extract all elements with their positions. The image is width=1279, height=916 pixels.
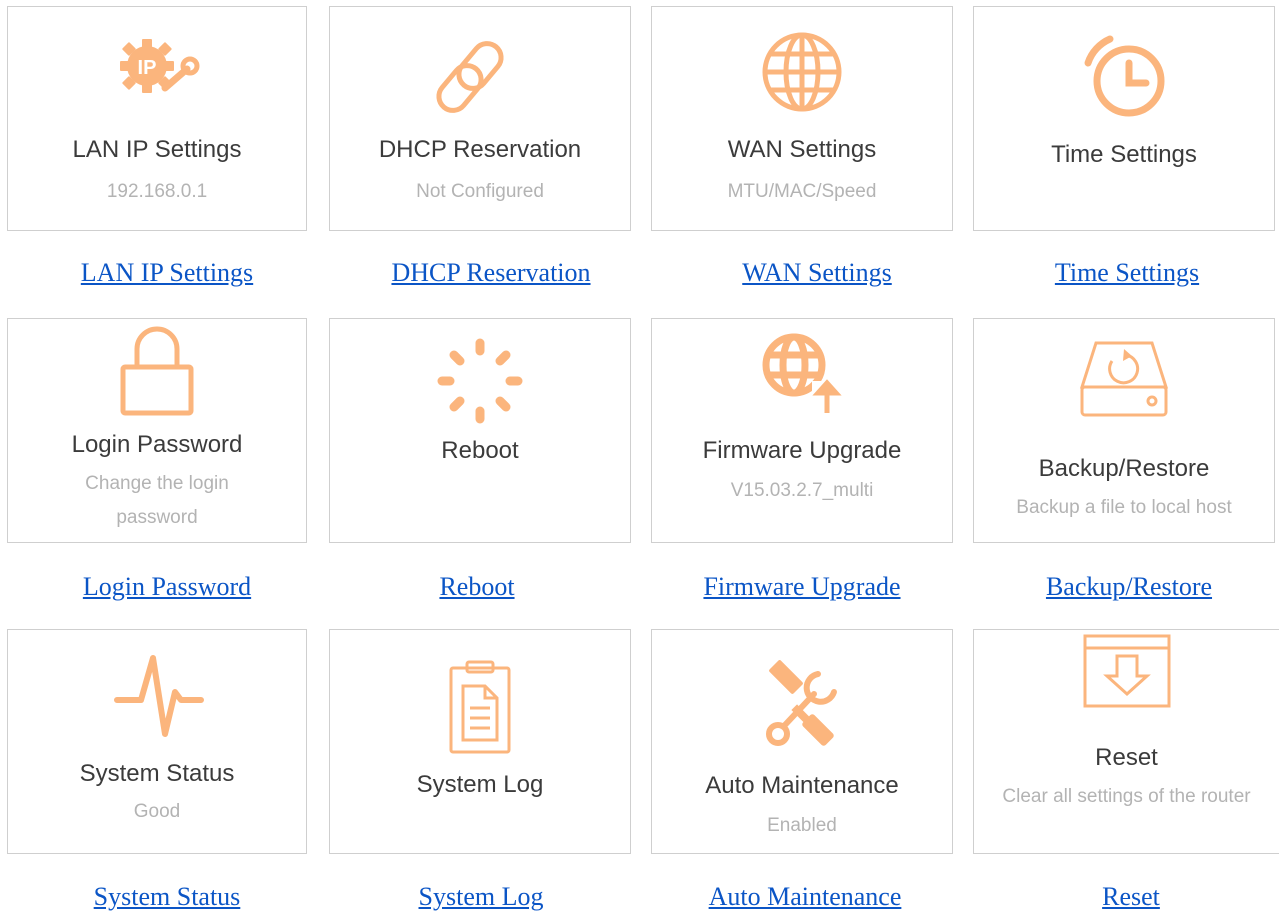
link-wan-settings[interactable]: WAN Settings — [656, 258, 978, 288]
ip-gear-wrench-icon: IP — [107, 33, 207, 103]
pulse-icon — [107, 648, 207, 738]
tile-subtitle: Backup a file to local host — [1016, 497, 1232, 518]
tile-reboot[interactable]: Reboot — [329, 318, 631, 543]
alarm-clock-icon — [1074, 29, 1174, 129]
tile-system-log[interactable]: System Log — [329, 629, 631, 854]
tile-title: DHCP Reservation — [378, 136, 582, 163]
link-system-status[interactable]: System Status — [7, 882, 327, 912]
drive-restore-icon — [1074, 339, 1174, 429]
link-backup-restore[interactable]: Backup/Restore — [979, 572, 1279, 602]
tile-subtitle: V15.03.2.7_multi — [730, 480, 874, 501]
tile-title: System Log — [416, 771, 544, 798]
tile-subtitle: Enabled — [767, 815, 837, 836]
globe-upload-icon — [752, 325, 852, 425]
tile-title: LAN IP Settings — [72, 136, 242, 163]
tile-subtitle: Not Configured — [416, 181, 544, 202]
link-system-log[interactable]: System Log — [320, 882, 642, 912]
clipboard-log-icon — [445, 658, 515, 756]
tile-title: Time Settings — [1051, 141, 1197, 168]
tile-title: Reset — [1095, 744, 1158, 771]
tile-wan-settings[interactable]: WAN Settings MTU/MAC/Speed — [651, 6, 953, 231]
link-login-password[interactable]: Login Password — [7, 572, 327, 602]
tile-subtitle: Good — [133, 801, 181, 822]
tile-title: Reboot — [441, 437, 519, 464]
tile-title: System Status — [79, 760, 235, 787]
tools-icon — [754, 654, 850, 754]
link-lan-ip-settings[interactable]: LAN IP Settings — [7, 258, 327, 288]
tile-reset[interactable]: Reset Clear all settings of the router — [973, 629, 1279, 854]
link-firmware-upgrade[interactable]: Firmware Upgrade — [641, 572, 963, 602]
globe-icon — [757, 27, 847, 117]
tile-title: Backup/Restore — [1038, 455, 1210, 482]
tile-title: WAN Settings — [727, 136, 877, 163]
tile-subtitle: MTU/MAC/Speed — [727, 181, 877, 202]
link-dhcp-reservation[interactable]: DHCP Reservation — [330, 258, 652, 288]
tile-subtitle: Change the login password — [85, 473, 229, 528]
link-reset[interactable]: Reset — [970, 882, 1279, 912]
tile-dhcp-reservation[interactable]: DHCP Reservation Not Configured — [329, 6, 631, 231]
link-reboot[interactable]: Reboot — [316, 572, 638, 602]
lock-icon — [117, 325, 197, 417]
tile-lan-ip-settings[interactable]: IP LAN IP Settings 192.168.0.1 — [7, 6, 307, 231]
link-time-settings[interactable]: Time Settings — [966, 258, 1279, 288]
tile-title: Firmware Upgrade — [702, 437, 902, 464]
tile-login-password[interactable]: Login Password Change the login password — [7, 318, 307, 543]
tile-subtitle: 192.168.0.1 — [106, 181, 208, 202]
tile-system-status[interactable]: System Status Good — [7, 629, 307, 854]
link-auto-maintenance[interactable]: Auto Maintenance — [644, 882, 966, 912]
tile-time-settings[interactable]: Time Settings — [973, 6, 1275, 231]
tile-auto-maintenance[interactable]: Auto Maintenance Enabled — [651, 629, 953, 854]
svg-text:IP: IP — [138, 57, 157, 79]
reset-box-icon — [1081, 632, 1173, 710]
link-icon — [430, 25, 530, 125]
tile-title: Auto Maintenance — [705, 772, 899, 799]
tile-title: Login Password — [71, 431, 243, 458]
tile-firmware-upgrade[interactable]: Firmware Upgrade V15.03.2.7_multi — [651, 318, 953, 543]
tile-subtitle: Clear all settings of the router — [1002, 786, 1251, 807]
spinner-icon — [432, 333, 528, 429]
tile-backup-restore[interactable]: Backup/Restore Backup a file to local ho… — [973, 318, 1275, 543]
